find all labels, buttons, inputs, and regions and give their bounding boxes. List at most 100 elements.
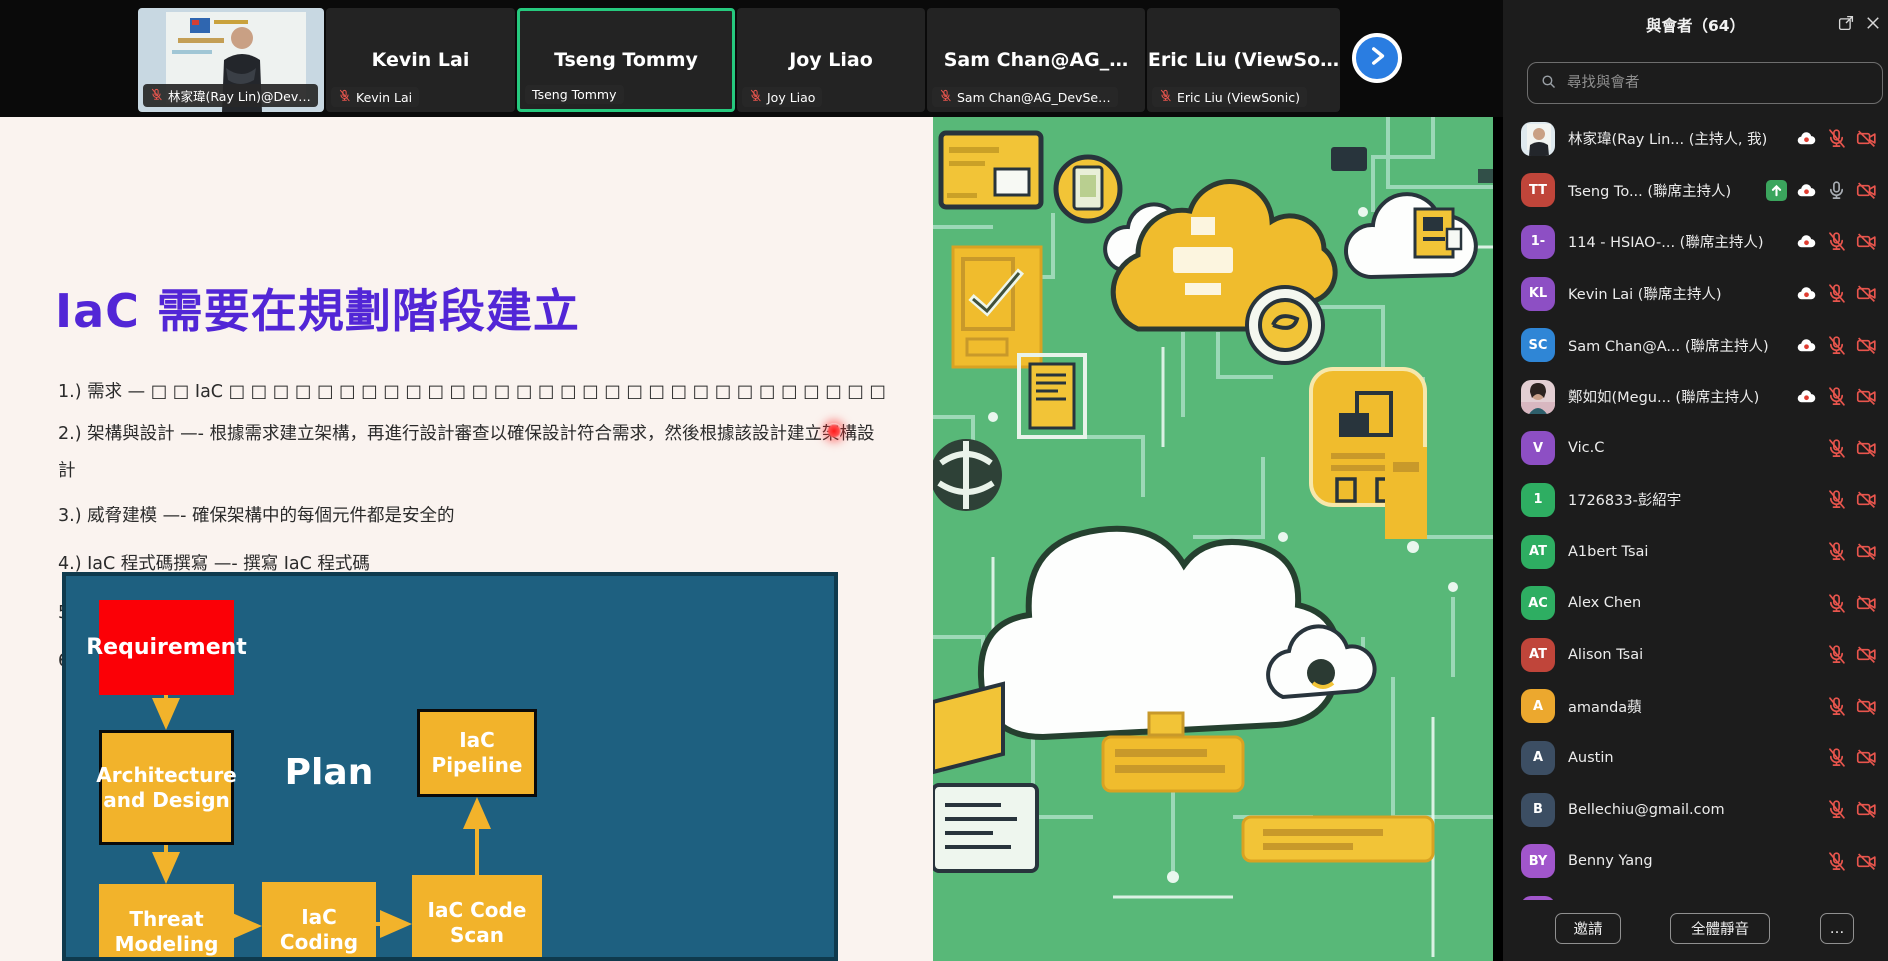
- participant-name: Kevin Lai (聯席主持人): [1568, 283, 1796, 304]
- participant-row[interactable]: BYBenny Yang: [1503, 835, 1888, 887]
- mic-off-icon: [939, 89, 952, 105]
- participant-list[interactable]: 林家瑋(Ray Lin... (主持人, 我)TTTseng To... (聯席…: [1503, 113, 1888, 900]
- flowchart-node-iac-coding: IaC Coding: [262, 882, 376, 961]
- mic-off-icon: [1826, 283, 1847, 304]
- participant-row[interactable]: B Bellechiu@gmail.com: [1503, 784, 1888, 836]
- camera-off-icon: [1856, 799, 1877, 820]
- mic-off-icon: [749, 89, 762, 105]
- participant-name: 鄭如如(Megu... (聯席主持人): [1568, 386, 1796, 407]
- cloud-recording-icon: [1796, 231, 1817, 252]
- participant-row[interactable]: AT A1bert Tsai: [1503, 526, 1888, 578]
- participant-row[interactable]: AT Alison Tsai: [1503, 629, 1888, 681]
- avatar: V: [1521, 431, 1555, 465]
- tile-name-label: Sam Chan@AG_DevSe…: [932, 87, 1118, 107]
- participant-row[interactable]: TTTseng To... (聯席主持人): [1503, 165, 1888, 217]
- tile-name-label: Joy Liao: [742, 87, 822, 107]
- mic-off-icon: [1826, 696, 1847, 717]
- avatar: KL: [1521, 277, 1555, 311]
- iac-illustration: [933, 117, 1493, 961]
- video-tile[interactable]: Kevin LaiKevin Lai: [326, 8, 515, 112]
- cloud-recording-icon: [1796, 283, 1817, 304]
- participant-status-icons: [1826, 644, 1877, 665]
- participant-status-icons: [1796, 283, 1877, 304]
- mic-off-icon: [1826, 593, 1847, 614]
- participant-name: Vic.C: [1568, 440, 1826, 456]
- participant-name: 114 - HSIAO-... (聯席主持人): [1568, 231, 1796, 252]
- participant-name: A1bert Tsai: [1568, 544, 1826, 560]
- video-tile[interactable]: 林家瑋(Ray Lin)@Dev…: [138, 8, 324, 112]
- participant-row[interactable]: Aamanda蘋: [1503, 681, 1888, 733]
- close-icon[interactable]: [1864, 14, 1882, 32]
- participant-status-icons: [1826, 747, 1877, 768]
- slide-bullet-1: 1.) 需求 — □ □ IaC □ □ □ □ □ □ □ □ □ □ □ □…: [58, 378, 886, 403]
- participant-status-icons: [1826, 696, 1877, 717]
- tile-name-label: Tseng Tommy: [525, 85, 624, 104]
- mic-off-icon: [150, 88, 163, 104]
- camera-off-icon: [1856, 747, 1877, 768]
- participant-name: Sam Chan@A... (聯席主持人): [1568, 335, 1796, 356]
- camera-off-icon: [1856, 386, 1877, 407]
- mic-off-icon: [1826, 851, 1847, 872]
- camera-off-icon: [1856, 335, 1877, 356]
- participant-status-icons: [1796, 386, 1877, 407]
- participant-row[interactable]: [1503, 887, 1888, 900]
- mic-off-icon: [1159, 89, 1172, 105]
- avatar: [1521, 380, 1555, 414]
- participant-row[interactable]: 林家瑋(Ray Lin... (主持人, 我): [1503, 113, 1888, 165]
- camera-off-icon: [1856, 489, 1877, 510]
- video-tile[interactable]: Sam Chan@AG_…Sam Chan@AG_DevSe…: [927, 8, 1145, 112]
- flowchart-node-iac-code-scan: IaC Code Scan: [412, 875, 542, 961]
- more-options-button[interactable]: …: [1820, 913, 1854, 944]
- camera-off-icon: [1856, 231, 1877, 252]
- avatar: B: [1521, 793, 1555, 827]
- participant-row[interactable]: KL Kevin Lai (聯席主持人): [1503, 268, 1888, 320]
- participant-row[interactable]: 鄭如如(Megu... (聯席主持人): [1503, 371, 1888, 423]
- camera-off-icon: [1856, 180, 1877, 201]
- slide-bullet-2: 2.) 架構與設計 —- 根據需求建立架構，再進行設計審查以確保設計符合需求，然…: [58, 416, 883, 490]
- laser-pointer-dot: [826, 423, 842, 439]
- participant-row[interactable]: SCSam Chan@A... (聯席主持人): [1503, 319, 1888, 371]
- participant-name: Alex Chen: [1568, 595, 1826, 611]
- avatar: AT: [1521, 535, 1555, 569]
- camera-off-icon: [1856, 644, 1877, 665]
- camera-off-icon: [1856, 128, 1877, 149]
- avatar: A: [1521, 741, 1555, 775]
- camera-off-icon: [1856, 438, 1877, 459]
- flowchart-node-threat-modeling: Threat Modeling: [99, 884, 234, 961]
- participant-row[interactable]: 1-114 - HSIAO-... (聯席主持人): [1503, 216, 1888, 268]
- mic-off-icon: [1826, 335, 1847, 356]
- participant-row[interactable]: A Austin: [1503, 732, 1888, 784]
- invite-button[interactable]: 邀請: [1555, 913, 1621, 944]
- camera-off-icon: [1856, 696, 1877, 717]
- video-tile[interactable]: Joy LiaoJoy Liao: [737, 8, 925, 112]
- participant-name: Tseng To... (聯席主持人): [1568, 180, 1766, 201]
- search-input[interactable]: [1565, 74, 1870, 92]
- participant-row[interactable]: ACAlex Chen: [1503, 577, 1888, 629]
- slide-title: IaC 需要在規劃階段建立: [55, 275, 580, 341]
- participant-name: Benny Yang: [1568, 853, 1826, 869]
- next-participants-button[interactable]: [1352, 33, 1402, 83]
- mic-on-icon: [1826, 180, 1847, 201]
- mic-off-icon: [1826, 644, 1847, 665]
- participants-panel-title: 與會者（64）: [1503, 14, 1888, 36]
- tile-name-label: Kevin Lai: [331, 87, 419, 107]
- mute-all-button[interactable]: 全體靜音: [1670, 913, 1770, 944]
- participant-row[interactable]: V Vic.C: [1503, 423, 1888, 475]
- participant-row[interactable]: 11726833-彭紹宇: [1503, 474, 1888, 526]
- camera-off-icon: [1856, 593, 1877, 614]
- video-tile[interactable]: Tseng TommyTseng Tommy: [517, 8, 735, 112]
- cloud-recording-icon: [1796, 386, 1817, 407]
- camera-off-icon: [1856, 541, 1877, 562]
- video-tile[interactable]: Eric Liu (ViewSo…Eric Liu (ViewSonic): [1147, 8, 1340, 112]
- mic-off-icon: [1826, 489, 1847, 510]
- participant-name: Austin: [1568, 750, 1826, 766]
- avatar: AT: [1521, 638, 1555, 672]
- slide-bullet-3: 3.) 威脅建模 —- 確保架構中的每個元件都是安全的: [58, 502, 455, 527]
- participant-name: Alison Tsai: [1568, 647, 1826, 663]
- participant-name: Bellechiu@gmail.com: [1568, 802, 1826, 818]
- popout-icon[interactable]: [1837, 14, 1855, 32]
- participant-search[interactable]: [1527, 62, 1883, 104]
- mic-off-icon: [1826, 128, 1847, 149]
- video-strip-bar: 林家瑋(Ray Lin)@Dev…Kevin LaiKevin LaiTseng…: [0, 0, 1503, 117]
- tile-name-label: 林家瑋(Ray Lin)@Dev…: [143, 84, 318, 107]
